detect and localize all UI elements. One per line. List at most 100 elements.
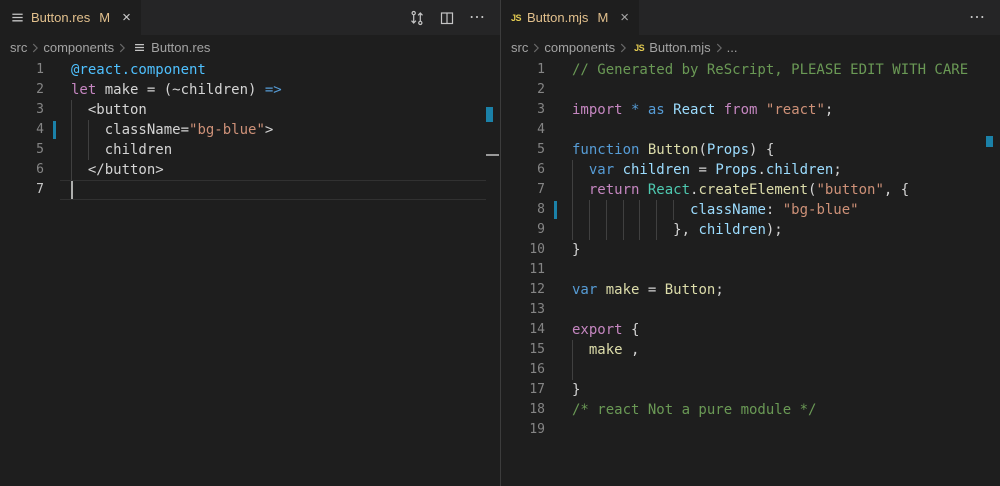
editor-gutter[interactable]: 2 — [501, 80, 572, 100]
line-number[interactable]: 7 — [36, 180, 44, 200]
line-number[interactable]: 5 — [36, 140, 44, 160]
close-icon[interactable]: × — [620, 10, 629, 25]
code-line[interactable]: 9 }, children); — [501, 220, 1000, 240]
line-number[interactable]: 6 — [36, 160, 44, 180]
line-number[interactable]: 18 — [529, 400, 545, 420]
more-actions-button[interactable]: ⋯ — [969, 10, 986, 26]
code-content[interactable]: export { — [572, 320, 1000, 340]
editor-gutter[interactable]: 5 — [0, 140, 71, 160]
code-content[interactable]: }, children); — [572, 220, 1000, 240]
code-content[interactable] — [572, 360, 1000, 380]
code-content[interactable] — [572, 300, 1000, 320]
code-line[interactable]: 14export { — [501, 320, 1000, 340]
editor-gutter[interactable]: 3 — [0, 100, 71, 120]
open-changes-button[interactable] — [409, 10, 425, 26]
breadcrumb-item-components[interactable]: components — [544, 40, 615, 55]
code-content[interactable]: className: "bg-blue" — [572, 200, 1000, 220]
code-content[interactable]: var children = Props.children; — [572, 160, 1000, 180]
code-editor-button-res[interactable]: 1 @react.component 2 let make = (~children)… — [0, 60, 500, 486]
code-line[interactable]: 3 <button — [0, 100, 500, 120]
split-editor-button[interactable] — [439, 10, 455, 26]
code-line[interactable]: 3import * as React from "react"; — [501, 100, 1000, 120]
line-number[interactable]: 5 — [537, 140, 545, 160]
line-number[interactable]: 12 — [529, 280, 545, 300]
line-number[interactable]: 2 — [537, 80, 545, 100]
line-number[interactable]: 2 — [36, 80, 44, 100]
code-content[interactable]: var make = Button; — [572, 280, 1000, 300]
editor-gutter[interactable]: 10 — [501, 240, 572, 260]
editor-gutter[interactable]: 5 — [501, 140, 572, 160]
code-content[interactable]: return React.createElement("button", { — [572, 180, 1000, 200]
code-content[interactable] — [572, 420, 1000, 440]
breadcrumb-item-symbol-more[interactable]: ... — [727, 40, 738, 55]
editor-gutter[interactable]: 11 — [501, 260, 572, 280]
code-line[interactable]: 4 className="bg-blue"> — [0, 120, 500, 140]
code-line[interactable]: 7 — [0, 180, 500, 200]
overview-ruler[interactable] — [486, 60, 499, 486]
editor-gutter[interactable]: 9 — [501, 220, 572, 240]
code-editor-button-mjs[interactable]: 1// Generated by ReScript, PLEASE EDIT W… — [501, 60, 1000, 486]
code-line[interactable]: 7 return React.createElement("button", { — [501, 180, 1000, 200]
code-content[interactable]: </button> — [71, 160, 500, 180]
code-line[interactable]: 16 — [501, 360, 1000, 380]
line-number[interactable]: 17 — [529, 380, 545, 400]
line-number[interactable]: 19 — [529, 420, 545, 440]
code-line[interactable]: 17} — [501, 380, 1000, 400]
line-number[interactable]: 6 — [537, 160, 545, 180]
editor-gutter[interactable]: 3 — [501, 100, 572, 120]
code-line[interactable]: 5 children — [0, 140, 500, 160]
editor-gutter[interactable]: 7 — [501, 180, 572, 200]
code-line[interactable]: 5 function Button(Props) { — [501, 140, 1000, 160]
code-content[interactable]: @react.component — [71, 60, 500, 80]
line-number[interactable]: 4 — [36, 120, 44, 140]
tab-button-res[interactable]: Button.res M × — [0, 0, 141, 35]
code-content[interactable]: } — [572, 380, 1000, 400]
editor-gutter[interactable]: 14 — [501, 320, 572, 340]
code-content[interactable]: /* react Not a pure module */ — [572, 400, 1000, 420]
line-number[interactable]: 9 — [537, 220, 545, 240]
tab-button-mjs[interactable]: JS Button.mjs M × — [501, 0, 639, 35]
close-icon[interactable]: × — [122, 10, 131, 25]
breadcrumb-item-file[interactable]: Button.mjs — [649, 40, 710, 55]
code-line[interactable]: 15 make , — [501, 340, 1000, 360]
line-number[interactable]: 3 — [36, 100, 44, 120]
code-content[interactable]: children — [71, 140, 500, 160]
line-number[interactable]: 15 — [529, 340, 545, 360]
code-content[interactable]: let make = (~children) => — [71, 80, 500, 100]
code-content[interactable]: make , — [572, 340, 1000, 360]
editor-gutter[interactable]: 2 — [0, 80, 71, 100]
code-content[interactable] — [572, 120, 1000, 140]
editor-gutter[interactable]: 1 — [0, 60, 71, 80]
editor-gutter[interactable]: 19 — [501, 420, 572, 440]
editor-gutter[interactable]: 4 — [0, 120, 71, 140]
breadcrumb-item-src[interactable]: src — [10, 40, 27, 55]
line-number[interactable]: 8 — [537, 200, 545, 220]
editor-gutter[interactable]: 6 — [501, 160, 572, 180]
line-number[interactable]: 7 — [537, 180, 545, 200]
line-number[interactable]: 1 — [36, 60, 44, 80]
line-number[interactable]: 11 — [529, 260, 545, 280]
code-content[interactable] — [71, 180, 500, 200]
code-content[interactable]: // Generated by ReScript, PLEASE EDIT WI… — [572, 60, 1000, 80]
editor-gutter[interactable]: 17 — [501, 380, 572, 400]
code-line[interactable]: 2 let make = (~children) => — [0, 80, 500, 100]
breadcrumb-item-components[interactable]: components — [43, 40, 114, 55]
overview-ruler[interactable] — [986, 60, 999, 486]
code-content[interactable] — [572, 260, 1000, 280]
line-number[interactable]: 16 — [529, 360, 545, 380]
code-content[interactable]: function Button(Props) { — [572, 140, 1000, 160]
code-content[interactable]: className="bg-blue"> — [71, 120, 500, 140]
code-content[interactable]: } — [572, 240, 1000, 260]
code-line[interactable]: 8 className: "bg-blue" — [501, 200, 1000, 220]
breadcrumb-item-file[interactable]: Button.res — [151, 40, 210, 55]
line-number[interactable]: 13 — [529, 300, 545, 320]
code-line[interactable]: 10} — [501, 240, 1000, 260]
code-line[interactable]: 12 var make = Button; — [501, 280, 1000, 300]
code-line[interactable]: 13 — [501, 300, 1000, 320]
code-line[interactable]: 18 /* react Not a pure module */ — [501, 400, 1000, 420]
editor-gutter[interactable]: 6 — [0, 160, 71, 180]
editor-gutter[interactable]: 13 — [501, 300, 572, 320]
breadcrumb-item-src[interactable]: src — [511, 40, 528, 55]
code-line[interactable]: 19 — [501, 420, 1000, 440]
code-content[interactable]: <button — [71, 100, 500, 120]
